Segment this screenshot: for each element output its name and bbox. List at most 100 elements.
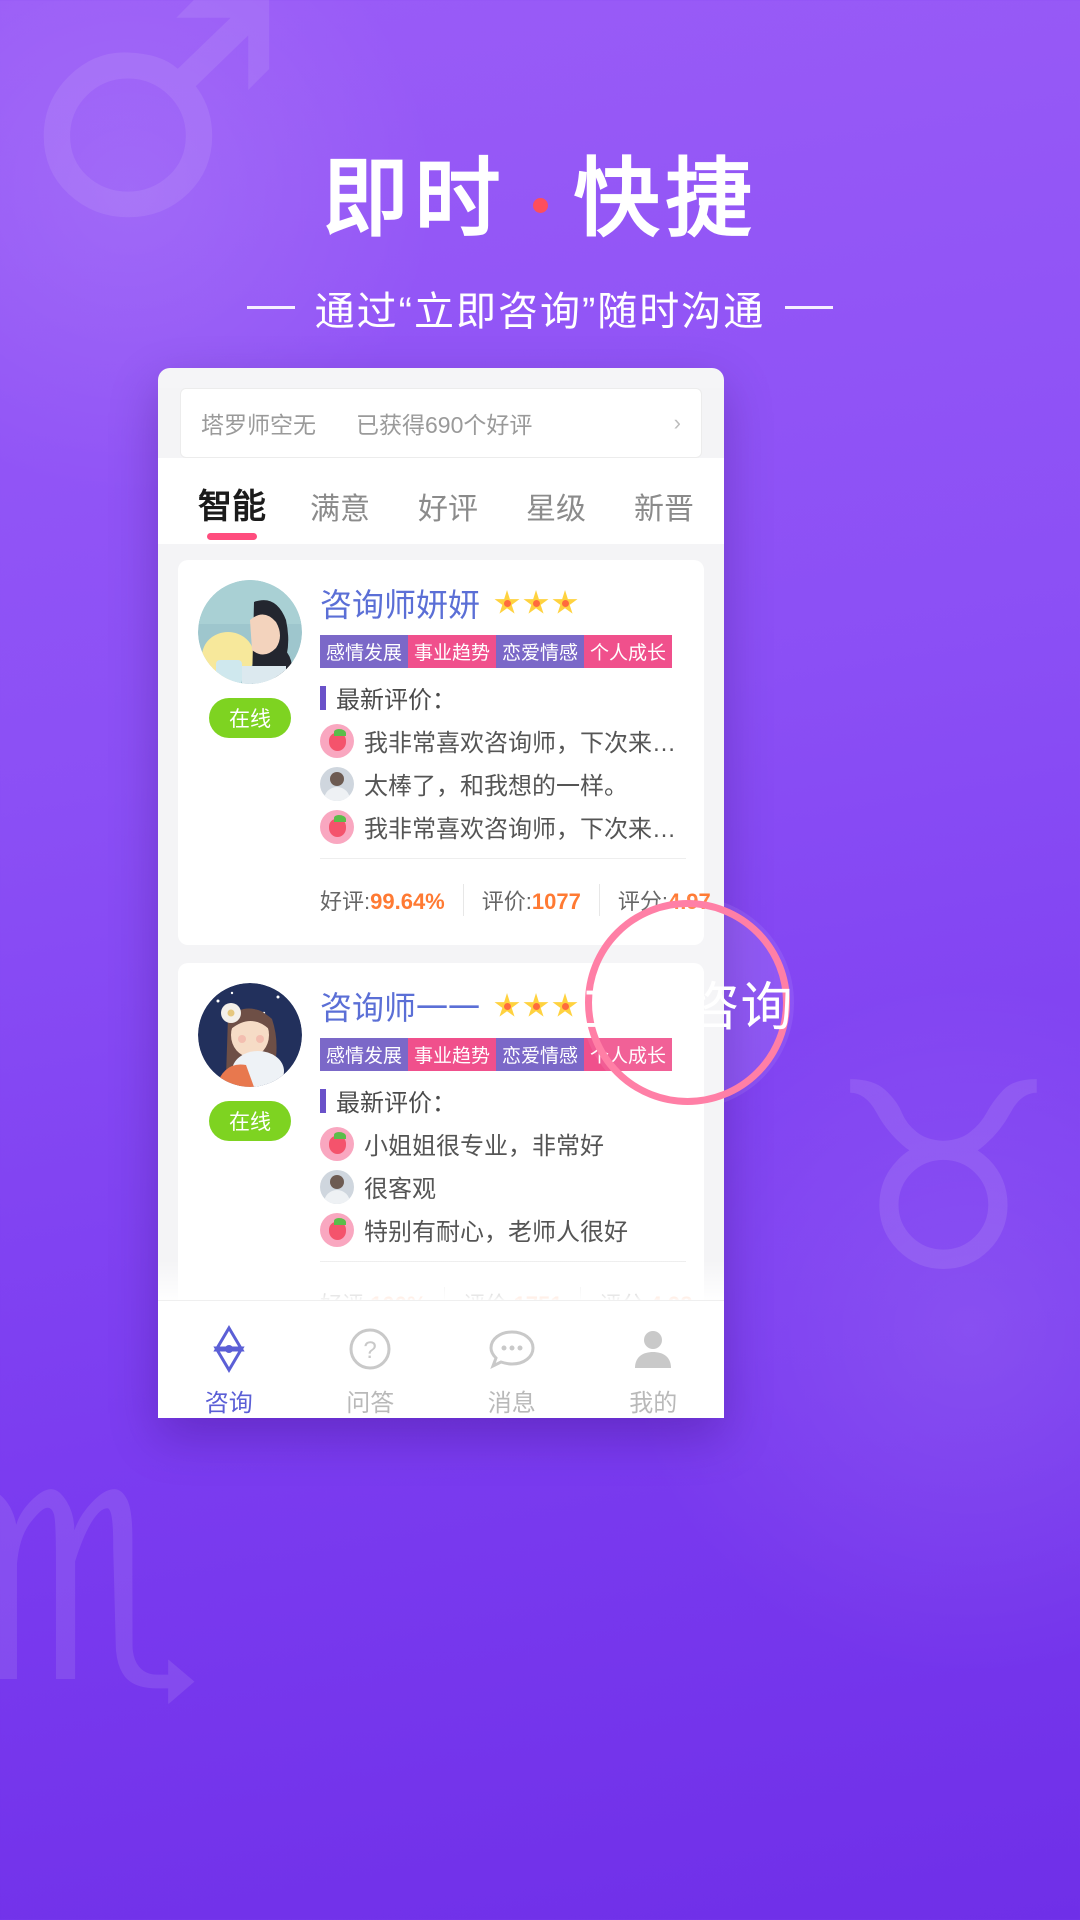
tab-xinjin[interactable]: 新晋 xyxy=(610,484,718,544)
strawberry-avatar-icon xyxy=(320,1212,354,1247)
star-icon xyxy=(494,590,520,614)
tab-manyi-label: 满意 xyxy=(310,493,370,526)
nav-item-consult-label: 咨询 xyxy=(204,1390,253,1417)
stat-praise-value: 99.64% xyxy=(370,889,445,914)
star-icon xyxy=(523,993,549,1017)
review-text: 特别有耐心，老师人很好 xyxy=(364,1219,628,1246)
consultant-name-row: 咨询师妍妍 xyxy=(320,580,686,626)
message-bubble-icon xyxy=(441,1321,583,1377)
consultant-avatar-column: 在线 xyxy=(196,580,304,935)
taurus-symbol-icon: ♉ xyxy=(826,1029,1060,1331)
notice-banner[interactable]: 塔罗师空无 已获得690个好评 › xyxy=(180,388,702,458)
review-heading-label: 最新评价： xyxy=(336,687,456,714)
dot-separator-icon xyxy=(532,197,548,213)
review-item: 我非常喜欢咨询师，下次来还找她。 xyxy=(320,809,686,844)
review-heading-bar-icon xyxy=(320,685,326,710)
nav-item-messages[interactable]: 消息 xyxy=(441,1321,583,1418)
star-rating xyxy=(494,993,578,1019)
star-icon xyxy=(523,590,549,614)
star-icon xyxy=(552,993,578,1017)
nav-item-consult[interactable]: 咨询 xyxy=(158,1321,300,1418)
nav-item-qa[interactable]: ? 问答 xyxy=(300,1321,442,1418)
stat-count: 评价:1077 xyxy=(482,884,600,916)
tab-zhineng-label: 智能 xyxy=(198,488,266,526)
online-status-badge: 在线 xyxy=(209,698,291,738)
review-text: 我非常喜欢咨询师，下次来还找她非常感谢... xyxy=(364,730,686,757)
svg-text:?: ? xyxy=(364,1337,377,1364)
tag: 个人成长 xyxy=(584,635,673,668)
strawberry-avatar-icon xyxy=(320,809,354,844)
tag: 恋爱情感 xyxy=(496,1038,585,1071)
stat-praise: 好评:99.64% xyxy=(320,884,464,916)
online-status-badge: 在线 xyxy=(209,1101,291,1141)
tab-manyi[interactable]: 满意 xyxy=(286,484,394,544)
phone-mockup: 塔罗师空无 已获得690个好评 › 智能 满意 好评 星级 新晋 在线 咨询师妍… xyxy=(158,368,724,1418)
nav-item-profile-label: 我的 xyxy=(629,1390,678,1417)
page-title: 即时 快捷 xyxy=(323,150,758,249)
consultant-tags: 感情发展 事业趋势 恋爱情感 个人成长 xyxy=(320,635,686,668)
review-text: 很客观 xyxy=(364,1176,436,1203)
question-circle-icon: ? xyxy=(300,1321,442,1377)
hero-section: 即时 快捷 通过“立即咨询”随时沟通 xyxy=(0,150,1080,337)
page-subtitle: 通过“立即咨询”随时沟通 xyxy=(0,279,1080,337)
tag: 事业趋势 xyxy=(408,1038,497,1071)
strawberry-avatar-icon xyxy=(320,723,354,758)
tab-xingji[interactable]: 星级 xyxy=(502,484,610,544)
star-rating xyxy=(494,590,578,616)
review-heading: 最新评价： xyxy=(320,680,686,715)
review-item: 我非常喜欢咨询师，下次来还找她非常感谢... xyxy=(320,723,686,758)
strawberry-avatar-icon xyxy=(320,1126,354,1161)
page-subtitle-text: 通过“立即咨询”随时沟通 xyxy=(314,289,766,334)
nav-item-profile[interactable]: 我的 xyxy=(583,1321,725,1418)
tab-zhineng[interactable]: 智能 xyxy=(178,479,286,544)
user-avatar-icon xyxy=(320,766,354,801)
user-avatar-icon xyxy=(320,1169,354,1204)
star-icon xyxy=(494,993,520,1017)
tag: 感情发展 xyxy=(320,635,409,668)
tab-xingji-label: 星级 xyxy=(526,493,586,526)
tab-haoping[interactable]: 好评 xyxy=(394,484,502,544)
tag: 事业趋势 xyxy=(408,635,497,668)
consultant-name: 咨询师一一 xyxy=(320,990,481,1026)
tab-xinjin-label: 新晋 xyxy=(634,493,694,526)
tab-active-underline xyxy=(207,533,257,540)
consult-now-callout: 立即咨询 xyxy=(582,900,793,1105)
filter-tabs: 智能 满意 好评 星级 新晋 xyxy=(158,458,724,544)
review-item: 特别有耐心，老师人很好 xyxy=(320,1212,686,1247)
rule-right-icon xyxy=(785,306,834,310)
consultant-avatar-column: 在线 xyxy=(196,983,304,1338)
review-item: 很客观 xyxy=(320,1169,686,1204)
review-text: 太棒了，和我想的一样。 xyxy=(364,773,628,800)
star-icon xyxy=(552,590,578,614)
stat-count-value: 1077 xyxy=(531,889,581,914)
page-title-right: 快捷 xyxy=(573,151,758,247)
review-heading-label: 最新评价： xyxy=(336,1090,456,1117)
stat-praise-label: 好评: xyxy=(320,889,371,914)
review-text: 小姐姐很专业，非常好 xyxy=(364,1133,604,1160)
chevron-right-icon: › xyxy=(673,410,681,435)
review-item: 小姐姐很专业，非常好 xyxy=(320,1126,686,1161)
tag: 感情发展 xyxy=(320,1038,409,1071)
tab-haoping-label: 好评 xyxy=(418,493,478,526)
user-profile-icon xyxy=(583,1321,725,1377)
stat-count-label: 评价: xyxy=(481,889,532,914)
scorpio-symbol-icon: ♏ xyxy=(0,1439,204,1741)
review-heading-bar-icon xyxy=(320,1088,326,1113)
page-title-left: 即时 xyxy=(322,151,507,247)
rule-left-icon xyxy=(246,306,295,310)
review-text: 我非常喜欢咨询师，下次来还找她。 xyxy=(364,816,686,843)
notice-name: 塔罗师空无 xyxy=(201,412,316,438)
avatar xyxy=(198,983,302,1087)
tag: 恋爱情感 xyxy=(496,635,585,668)
consultant-name: 咨询师妍妍 xyxy=(320,587,481,623)
review-item: 太棒了，和我想的一样。 xyxy=(320,766,686,801)
hexagram-icon xyxy=(158,1321,300,1377)
notice-text: 已获得690个好评 xyxy=(356,412,533,438)
nav-item-qa-label: 问答 xyxy=(346,1390,395,1417)
bottom-navigation: 咨询 ? 问答 消息 我的 xyxy=(158,1300,724,1418)
consultant-card[interactable]: 在线 咨询师妍妍 感情发展 事业趋势 恋爱情感 个人成长 最新评价： 我非常喜欢… xyxy=(178,560,711,945)
avatar xyxy=(198,580,302,684)
consult-now-callout-label: 立即咨询 xyxy=(581,979,794,1037)
nav-item-messages-label: 消息 xyxy=(487,1390,536,1417)
consultant-info: 咨询师妍妍 感情发展 事业趋势 恋爱情感 个人成长 最新评价： 我非常喜欢咨询师… xyxy=(320,580,711,935)
